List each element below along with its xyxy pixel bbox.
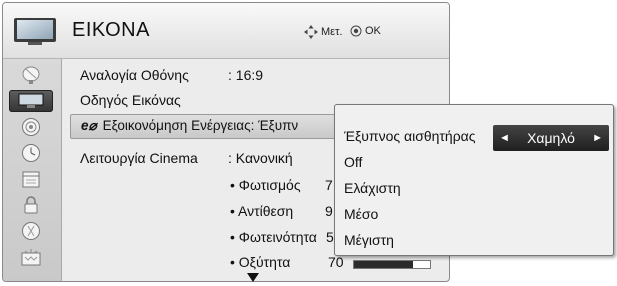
intelligent-sensor-option[interactable]: Έξυπνος αισθητήρας (344, 128, 476, 144)
aspect-ratio-value: : 16:9 (228, 67, 264, 83)
sharpness-item[interactable]: • Οξύτητα (230, 254, 290, 270)
lock-icon[interactable] (9, 194, 53, 216)
tv-menu-screen: ΕΙΚΟΝΑ Μετ. OK Αναλογία Οθόνης: 16:9 Οδ… (0, 0, 617, 286)
ok-button-icon (350, 25, 362, 37)
right-arrow-icon[interactable]: ► (592, 132, 603, 144)
move-hint-label: Μετ. (321, 26, 343, 38)
option-off[interactable]: Off (344, 154, 362, 170)
option-maximum[interactable]: Μέγιστη (344, 232, 394, 248)
input-tv-icon[interactable] (9, 246, 53, 268)
page-title: ΕΙΚΟΝΑ (72, 19, 150, 41)
energy-saving-popup: Έξυπνος αισθητήρας ◄ Χαμηλό ► Off Ελάχισ… (334, 104, 614, 256)
clock-icon[interactable] (9, 142, 53, 164)
picture-tv-icon (14, 18, 56, 45)
backlight-item[interactable]: • Φωτισμός (230, 177, 301, 193)
cinema-mode-value: : Κανονική (228, 150, 293, 166)
sharpness-bar-fill (354, 261, 414, 268)
option-minimum[interactable]: Ελάχιστη (344, 180, 401, 196)
satellite-dish-icon[interactable] (9, 64, 53, 86)
calendar-option-icon[interactable] (9, 168, 53, 190)
picture-wizard-item[interactable]: Οδηγός Εικόνας (80, 92, 181, 108)
category-sidebar (3, 59, 62, 281)
picture-tv-icon[interactable] (9, 90, 53, 112)
sensor-level-selector[interactable]: ◄ Χαμηλό ► (493, 125, 609, 151)
down-triangle-icon[interactable] (247, 273, 259, 283)
left-arrow-icon[interactable]: ◄ (499, 132, 510, 144)
aspect-ratio-label: Αναλογία Οθόνης (80, 67, 189, 83)
ok-hint-label: OK (365, 25, 381, 37)
network-globe-icon[interactable] (9, 220, 53, 242)
ok-hint: OK (350, 25, 381, 37)
energy-saving-label: Εξοικονόμηση Ενέργειας: Έξυπν (102, 118, 299, 133)
contrast-value: 9 (325, 203, 333, 219)
backlight-value: 7 (325, 177, 333, 193)
aspect-ratio-item[interactable]: Αναλογία Οθόνης (80, 67, 189, 83)
menu-header: ΕΙΚΟΝΑ Μετ. OK (3, 3, 449, 59)
leaf-icon: e⌀ (81, 118, 97, 133)
sensor-level-value: Χαμηλό (527, 130, 575, 146)
sharpness-bar[interactable] (353, 260, 431, 269)
move-hint: Μετ. (304, 25, 342, 39)
four-way-arrow-icon (304, 25, 318, 39)
energy-saving-item[interactable]: e⌀ Εξοικονόμηση Ενέργειας: Έξυπν (70, 114, 362, 139)
option-medium[interactable]: Μέσο (344, 206, 378, 222)
sharpness-value: 70 (328, 254, 344, 270)
audio-speaker-icon[interactable] (9, 116, 53, 138)
brightness-value: 5 (326, 229, 334, 245)
brightness-item[interactable]: • Φωτεινότητα (230, 229, 317, 245)
contrast-item[interactable]: • Αντίθεση (230, 203, 293, 219)
cinema-mode-item[interactable]: Λειτουργία Cinema (80, 150, 198, 166)
